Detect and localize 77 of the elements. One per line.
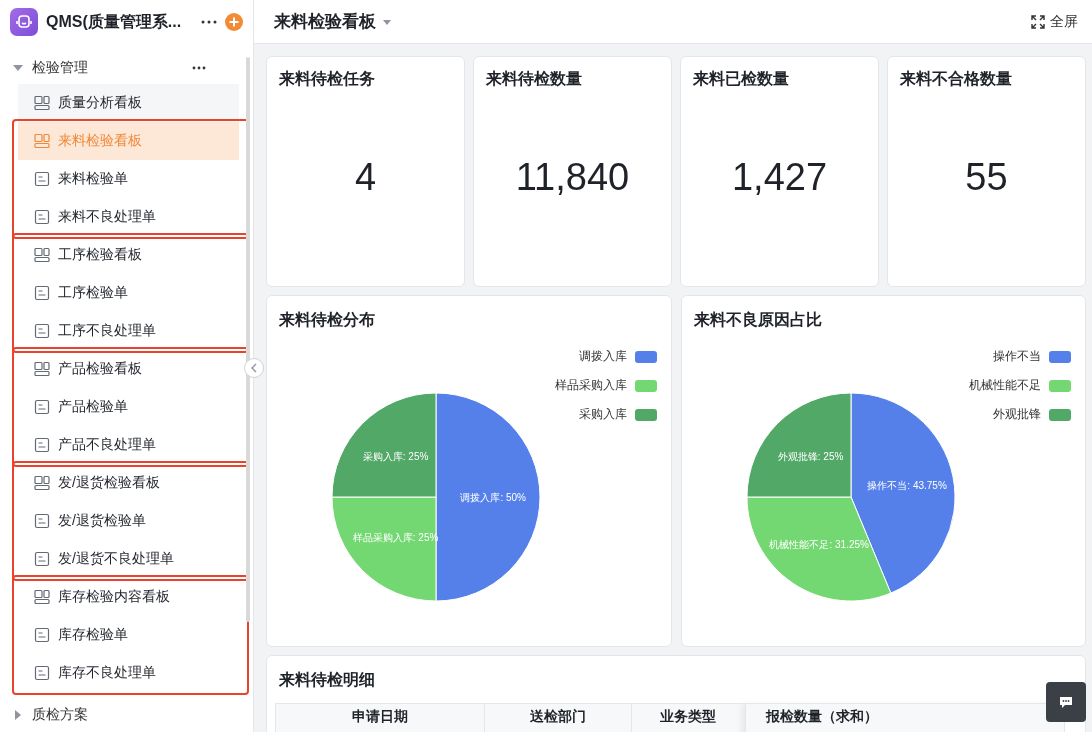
sidebar-item[interactable]: 库存检验内容看板	[18, 578, 239, 617]
slice-label: 调拨入库: 50%	[460, 491, 526, 503]
scrollbar[interactable]	[246, 57, 250, 622]
fullscreen-button[interactable]: 全屏	[1031, 12, 1078, 31]
sidebar-item[interactable]: 工序检验单	[18, 274, 239, 313]
column-header[interactable]: 送检部门	[484, 703, 632, 732]
form-icon	[34, 437, 50, 454]
app-logo-icon	[10, 8, 38, 37]
legend-swatch	[634, 350, 657, 363]
legend-label: 机械性能不足	[969, 377, 1041, 394]
sidebar-item[interactable]: 产品检验看板	[18, 350, 239, 389]
card-title: 来料待检任务	[279, 69, 376, 89]
chevron-left-icon	[250, 363, 258, 373]
sidebar-item[interactable]: 工序不良处理单	[18, 312, 239, 351]
dashboard-icon	[34, 361, 50, 378]
sidebar-item[interactable]: 发/退货检验单	[18, 502, 239, 541]
slice-label: 机械性能不足: 31.25%	[768, 539, 869, 551]
slice-label: 采购入库: 25%	[362, 451, 429, 463]
sidebar-item[interactable]: 质量分析看板	[18, 84, 239, 123]
legend-swatch	[1049, 379, 1071, 392]
sidebar-item[interactable]: 来料检验单	[18, 160, 239, 199]
page-title: 来料检验看板	[274, 11, 376, 33]
legend-label: 调拨入库	[578, 348, 627, 365]
dashboard-icon	[34, 247, 50, 264]
sidebar-item[interactable]: 库存检验单	[18, 616, 239, 655]
slice-label: 操作不当: 43.75%	[866, 480, 947, 492]
chat-icon	[1059, 695, 1073, 709]
sidebar-item[interactable]: 产品检验单	[18, 388, 239, 427]
card-title: 来料不合格数量	[900, 69, 1013, 89]
column-header[interactable]: 申请日期	[275, 703, 485, 732]
dashboard-icon	[34, 95, 50, 112]
slice-label: 外观批锋: 25%	[777, 451, 843, 463]
form-icon	[34, 171, 50, 188]
card-title: 来料待检数量	[486, 69, 583, 89]
section-header[interactable]: 质检方案	[0, 698, 218, 732]
more-icon[interactable]	[201, 20, 217, 25]
stat-value: 4	[354, 155, 377, 199]
card-title: 来料待检分布	[279, 311, 375, 328]
stat-value: 11,840	[515, 155, 630, 199]
more-icon[interactable]	[192, 65, 206, 70]
legend-swatch	[634, 408, 657, 421]
column-header[interactable]: 业务类型	[631, 703, 745, 732]
dashboard-icon	[34, 589, 50, 606]
legend-swatch	[634, 379, 657, 392]
form-icon	[34, 551, 50, 568]
form-icon	[34, 513, 50, 530]
add-icon[interactable]	[225, 13, 243, 32]
form-icon	[34, 209, 50, 226]
card-title: 来料不良原因占比	[693, 311, 822, 328]
form-icon	[34, 627, 50, 644]
legend-label: 操作不当	[993, 348, 1041, 365]
chat-button[interactable]	[1046, 682, 1086, 722]
column-header[interactable]: 报检数量（求和）	[745, 703, 1065, 732]
dashboard-icon	[34, 475, 50, 492]
legend-swatch	[1049, 408, 1071, 421]
app-title: QMS(质量管理系...	[46, 11, 183, 32]
legend-label: 样品采购入库	[554, 377, 627, 394]
legend-label: 外观批锋	[993, 406, 1041, 423]
sidebar-item[interactable]: 发/退货检验看板	[18, 464, 239, 503]
sidebar-item[interactable]: 库存不良处理单	[18, 654, 239, 693]
fullscreen-icon	[1031, 14, 1045, 29]
sidebar-item[interactable]: 来料不良处理单	[18, 198, 239, 237]
legend-swatch	[1049, 350, 1071, 363]
stat-value: 1,427	[731, 155, 828, 199]
section-header[interactable]: 检验管理	[0, 50, 218, 85]
form-icon	[34, 323, 50, 340]
dashboard-icon	[34, 133, 50, 150]
card-title: 来料待检明细	[278, 670, 376, 690]
sidebar-item[interactable]: 工序检验看板	[18, 236, 239, 275]
stat-value: 55	[965, 155, 1008, 199]
sidebar-item[interactable]: 发/退货不良处理单	[18, 540, 239, 579]
sidebar-item[interactable]: 产品不良处理单	[18, 426, 239, 465]
card-title: 来料已检数量	[693, 69, 790, 89]
form-icon	[34, 285, 50, 302]
legend-label: 采购入库	[578, 406, 627, 423]
form-icon	[34, 399, 50, 416]
form-icon	[34, 665, 50, 682]
